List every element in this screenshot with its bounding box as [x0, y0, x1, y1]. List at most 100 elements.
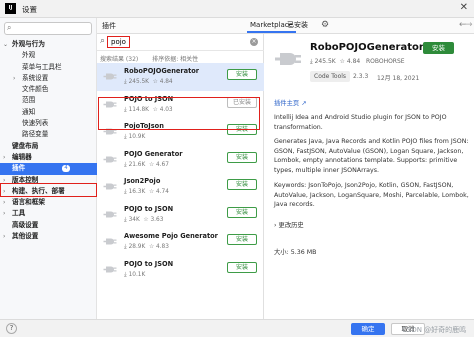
sidebar-item-label: 语言和框架	[12, 198, 45, 207]
watermark: CSDN @好奇的鹿鸣	[402, 326, 467, 334]
sidebar-item-label: 外观与行为	[12, 40, 45, 48]
plugin-downloads: 21.6K	[128, 161, 146, 168]
detail-size: 大小: 5.36 MB	[274, 249, 317, 256]
sidebar-item[interactable]: 通知	[0, 107, 97, 118]
plugin-list-item[interactable]: POJO to JSON ⤓ 10.1K 安装	[97, 256, 264, 284]
sidebar-item[interactable]: › 工具	[0, 208, 97, 219]
chevron-right-icon[interactable]: ›	[3, 231, 5, 242]
plugin-name: PojoToJson	[124, 122, 164, 130]
plugin-list-item[interactable]: RoboPOJOGenerator ⤓ 245.5K ☆ 4.84 安装	[97, 63, 264, 91]
plugin-list: RoboPOJOGenerator ⤓ 245.5K ☆ 4.84 安装 POJO t…	[97, 63, 264, 283]
sidebar-item[interactable]: › 版本控制	[0, 175, 97, 186]
sidebar-item[interactable]: › 其他设置	[0, 231, 97, 242]
plugin-name: Json2Pojo	[124, 177, 161, 185]
sidebar-item[interactable]: ⌄ 外观与行为	[0, 39, 97, 50]
plugin-list-item[interactable]: POJO to JSON ⤓ 34K ☆ 3.63 安装	[97, 201, 264, 229]
installed-button[interactable]: 已安装	[227, 96, 257, 108]
plug-icon	[103, 124, 118, 139]
plugin-detail: RoboPOJOGenerator 安装 ⤓ 245.5K ☆ 4.84 ROB…	[265, 34, 474, 319]
close-icon[interactable]: ✕	[460, 2, 468, 13]
star-icon: ☆	[145, 161, 157, 168]
install-button[interactable]: 安装	[227, 234, 257, 245]
plugin-name: POJO to JSON	[124, 259, 174, 268]
detail-date: 12月 18, 2021	[377, 75, 420, 82]
plugin-rating: 4.74	[156, 189, 169, 195]
install-button[interactable]: 安装	[227, 179, 257, 190]
install-button[interactable]: 安装	[227, 206, 257, 218]
plugin-meta: ⤓ 10.1K	[124, 271, 145, 279]
sidebar-item[interactable]: 路径变量	[0, 129, 97, 140]
settings-tree: ⌄ 外观与行为外观 菜单与工具栏 › 系统设置 文件颜色范围通知 快速列表路径变量键盘布局 ›…	[0, 39, 97, 242]
sidebar-item[interactable]: 范围	[0, 95, 97, 106]
plugin-list-item[interactable]: Json2Pojo ⤓ 16.3K ☆ 4.74 安装	[97, 173, 264, 201]
plugin-search-input[interactable]: pojo	[107, 36, 130, 48]
plugin-search-bar[interactable]: ⌕ pojo ×	[97, 34, 264, 51]
plugin-rating: 3.63	[150, 216, 164, 223]
sidebar-item[interactable]: 快速列表	[0, 118, 97, 129]
plug-icon	[103, 179, 118, 194]
sidebar-item-label: 编辑器	[12, 152, 32, 161]
plug-icon	[103, 262, 118, 277]
plugin-list-item[interactable]: POJO to JSON ⤓ 114.8K ☆ 4.03 已安装	[97, 91, 264, 119]
detail-vendor[interactable]: ROBOHORSE	[366, 58, 405, 65]
settings-search-input[interactable]: ⌕	[4, 22, 92, 35]
plugin-rating: 4.67	[156, 161, 169, 168]
sidebar-item[interactable]: › 系统设置	[0, 73, 97, 84]
install-button[interactable]: 安装	[227, 69, 257, 80]
plugin-tabs: 插件 Marketplace 已安装 ⚙ ← →	[97, 18, 474, 34]
plugin-list-item[interactable]: PojoToJson ⤓ 10.9K 安装	[97, 118, 264, 146]
plugin-downloads: 10.9K	[128, 134, 146, 140]
sidebar-item-label: 文件颜色	[22, 85, 49, 94]
plugin-rating: 4.83	[156, 244, 169, 250]
chevron-right-icon[interactable]: ›	[3, 152, 5, 163]
chevron-right-icon[interactable]: ›	[3, 208, 5, 219]
sidebar-item[interactable]: 键盘布局	[0, 141, 97, 152]
sidebar-item-label: 路径变量	[22, 130, 49, 139]
install-button[interactable]: 安装	[227, 261, 257, 273]
detail-tag[interactable]: Code Tools	[310, 71, 351, 82]
star-icon: ☆	[145, 244, 157, 250]
plugin-downloads: 114.8K	[128, 106, 149, 113]
sidebar-item[interactable]: › 编辑器	[0, 152, 97, 163]
plugin-name: POJO Generator	[124, 149, 183, 158]
plugin-meta: ⤓ 21.6K ☆ 4.67	[124, 161, 169, 169]
detail-install-button[interactable]: 安装	[423, 42, 454, 54]
chevron-down-icon[interactable]: ⌄	[3, 39, 8, 50]
forward-arrow-icon[interactable]: →	[465, 20, 473, 30]
sidebar-item[interactable]: › 语言和框架	[0, 197, 97, 208]
sidebar-item-label: 范围	[22, 96, 36, 105]
chevron-right-icon[interactable]: ›	[13, 73, 15, 84]
sidebar-item[interactable]: 外观	[0, 50, 97, 61]
sort-dropdown[interactable]: 排序依据: 相关性	[152, 56, 198, 63]
tab-installed[interactable]: 已安装	[287, 18, 308, 33]
results-count: 搜索结果 (32)	[100, 56, 139, 63]
search-icon: ⌕	[100, 36, 106, 46]
plugin-list-item[interactable]: POJO Generator ⤓ 21.6K ☆ 4.67 安装	[97, 146, 264, 174]
plugin-list-item[interactable]: Awesome Pojo Generator ⤓ 28.9K ☆ 4.83 安装	[97, 228, 264, 256]
dialog-footer: ? 确定 取消 CSDN @好奇的鹿鸣	[0, 319, 474, 337]
chevron-right-icon[interactable]: ›	[3, 197, 5, 208]
sidebar-item-label: 工具	[12, 209, 26, 218]
plug-icon	[103, 152, 118, 167]
ok-button[interactable]: 确定	[351, 323, 385, 335]
sidebar-item-label: 快速列表	[22, 119, 49, 128]
sidebar-item[interactable]: 菜单与工具栏	[0, 62, 97, 73]
sidebar-item[interactable]: 高级设置	[0, 220, 97, 231]
plug-icon	[103, 234, 118, 249]
gear-icon[interactable]: ⚙	[321, 20, 329, 30]
sidebar-item[interactable]: 插件 4	[0, 163, 97, 175]
clear-search-icon[interactable]: ×	[250, 38, 258, 46]
help-icon[interactable]: ?	[6, 323, 17, 334]
plugin-homepage-link[interactable]: 插件主页 ↗	[274, 98, 306, 107]
change-history-toggle[interactable]: › 更改历史	[274, 220, 304, 229]
detail-description-body: Generates Java, Java Records and Kotlin …	[274, 138, 469, 175]
sidebar-item[interactable]: › 构建、执行、部署	[0, 186, 97, 197]
detail-description-intro: Intellij Idea and Android Studio plugin …	[274, 114, 447, 131]
plugin-meta: ⤓ 16.3K ☆ 4.74	[124, 188, 169, 196]
install-button[interactable]: 安装	[227, 124, 257, 135]
sidebar-item[interactable]: 文件颜色	[0, 84, 97, 95]
sidebar-item-label: 键盘布局	[12, 141, 39, 150]
chevron-right-icon[interactable]: ›	[3, 175, 5, 186]
install-button[interactable]: 安装	[227, 151, 257, 163]
chevron-right-icon[interactable]: ›	[3, 186, 5, 197]
